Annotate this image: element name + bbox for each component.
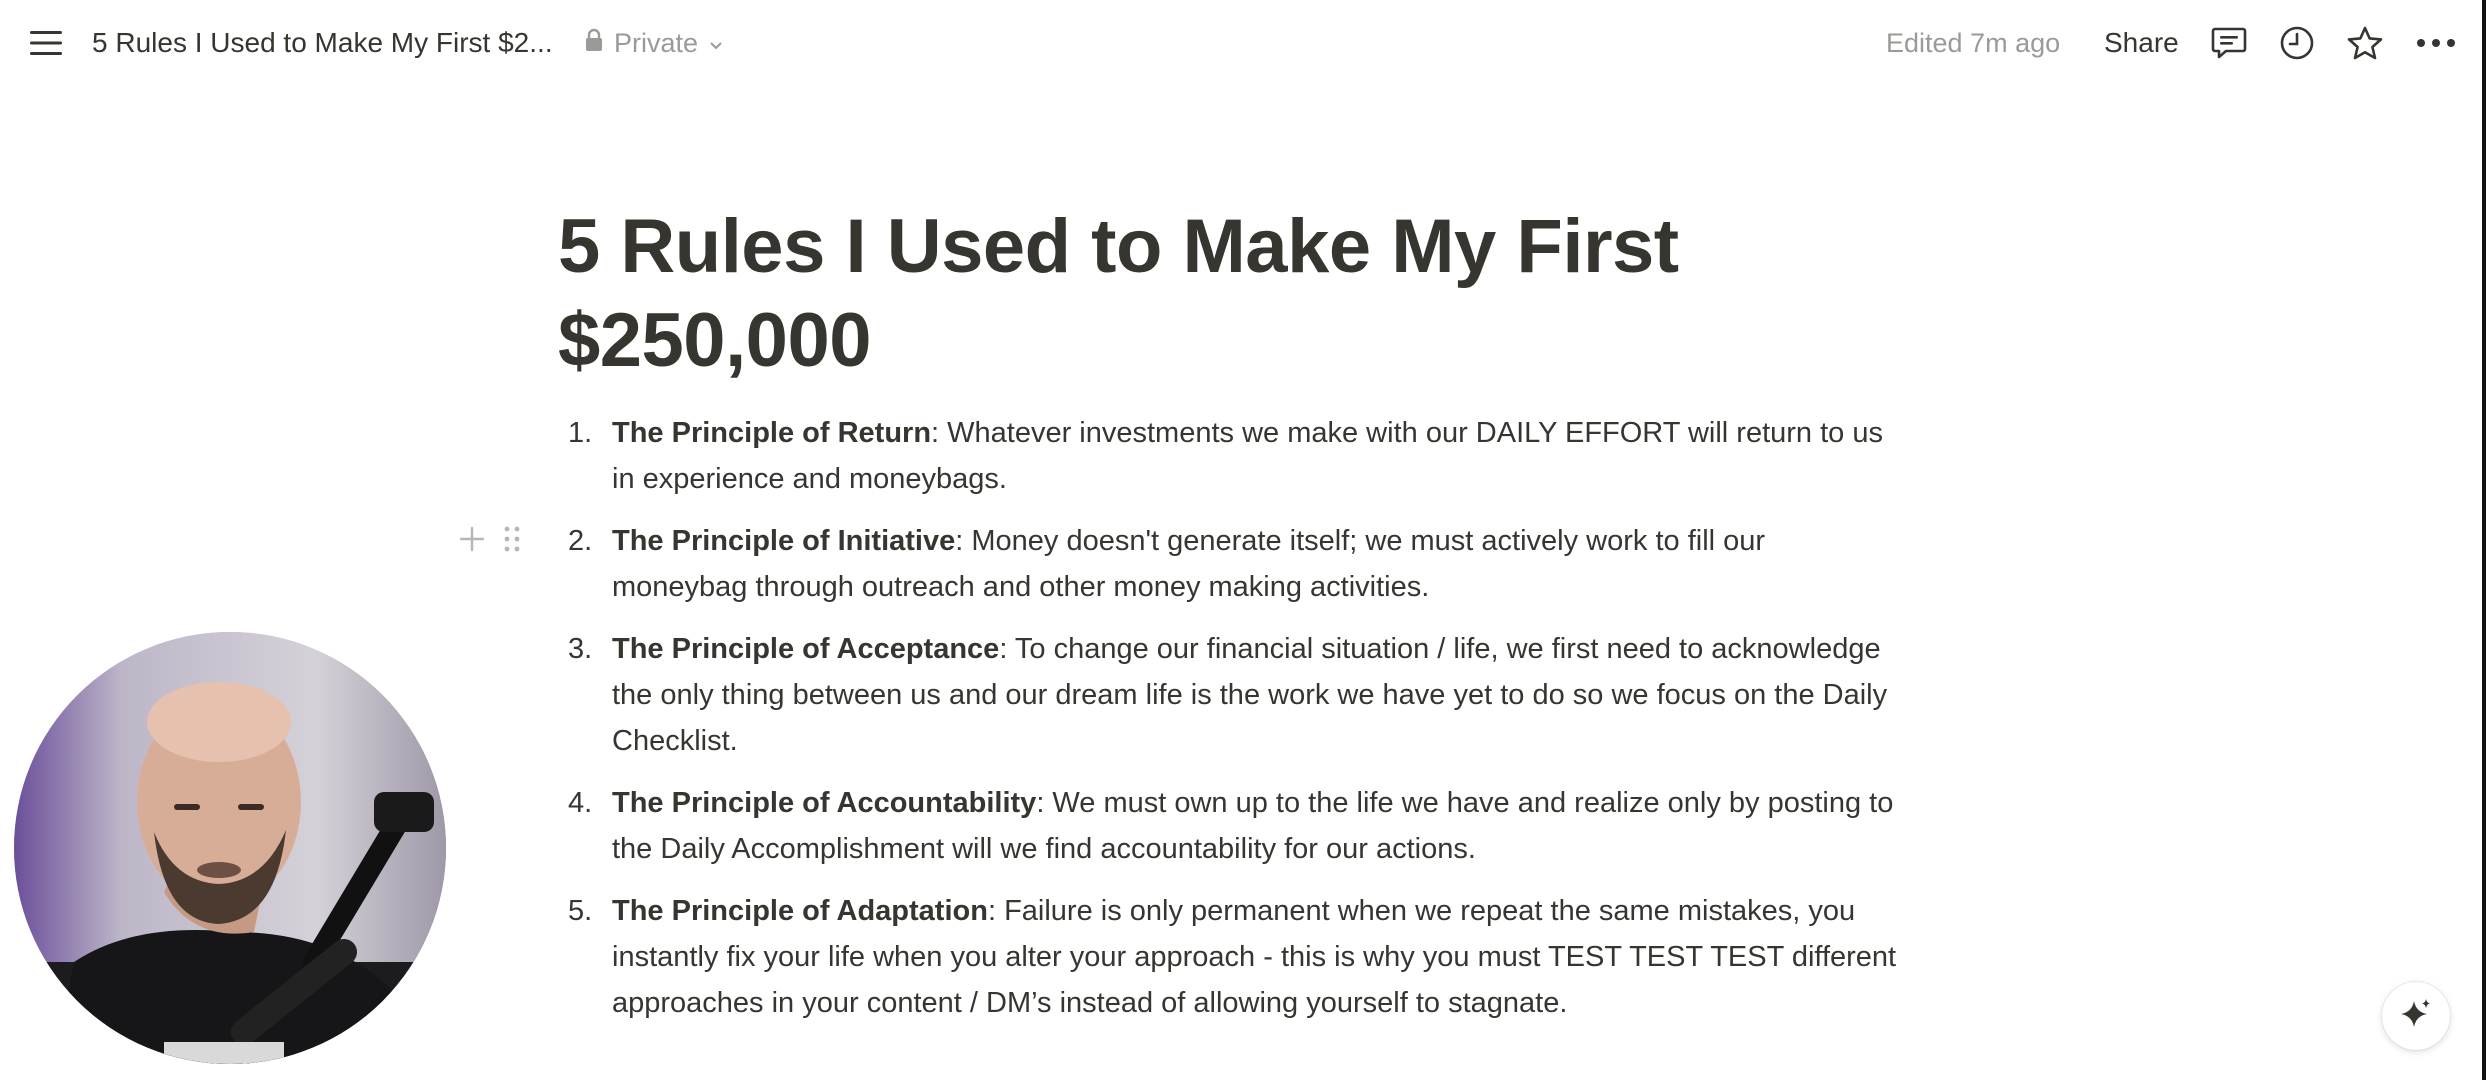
numbered-list: 1. The Principle of Return: Whatever inv… <box>459 410 1898 1042</box>
drag-handle-icon[interactable] <box>502 524 522 559</box>
list-item[interactable]: 3. The Principle of Acceptance: To chang… <box>558 626 1898 764</box>
list-item[interactable]: 5. The Principle of Adaptation: Failure … <box>558 888 1898 1026</box>
list-number: 1. <box>568 417 593 449</box>
list-item-text[interactable]: The Principle of Acceptance: To change o… <box>612 626 1898 764</box>
principle-name: The Principle of Accountability <box>612 787 1037 819</box>
menu-icon[interactable] <box>26 26 66 60</box>
top-bar: 5 Rules I Used to Make My First $2... Pr… <box>0 0 2482 86</box>
clock-icon[interactable] <box>2276 22 2318 64</box>
list-item-text[interactable]: The Principle of Adaptation: Failure is … <box>612 888 1898 1026</box>
edited-timestamp[interactable]: Edited 7m ago <box>1886 22 2060 64</box>
lock-icon <box>584 28 604 59</box>
more-icon[interactable] <box>2412 22 2460 64</box>
comment-icon[interactable] <box>2208 22 2250 64</box>
ai-assistant-button[interactable] <box>2382 982 2450 1050</box>
page-content: 5 Rules I Used to Make My First $250,000… <box>459 200 1898 1019</box>
list-number: 2. <box>568 525 593 557</box>
window-edge <box>2482 0 2486 1080</box>
principle-name: The Principle of Initiative <box>612 525 956 557</box>
star-icon[interactable] <box>2344 22 2386 64</box>
list-number: 3. <box>568 633 593 665</box>
list-number: 5. <box>568 895 593 927</box>
presenter-video <box>14 632 446 1064</box>
list-number: 4. <box>568 787 593 819</box>
page-title[interactable]: 5 Rules I Used to Make My First $250,000 <box>558 200 1758 388</box>
principle-name: The Principle of Return <box>612 417 932 449</box>
block-handles <box>458 524 522 559</box>
list-item-text[interactable]: The Principle of Initiative: Money doesn… <box>612 518 1898 610</box>
list-item[interactable]: 1. The Principle of Return: Whatever inv… <box>558 410 1898 502</box>
principle-name: The Principle of Acceptance <box>612 633 1000 665</box>
list-item[interactable]: 2. The Principle of Initiative: Money do… <box>459 518 1898 610</box>
notion-page: 5 Rules I Used to Make My First $2... Pr… <box>0 0 2486 1080</box>
sparkle-icon <box>2399 997 2433 1036</box>
chevron-down-icon <box>708 28 724 59</box>
principle-name: The Principle of Adaptation <box>612 895 988 927</box>
privacy-label: Private <box>614 27 699 58</box>
list-item-text[interactable]: The Principle of Accountability: We must… <box>612 780 1898 872</box>
list-item-text[interactable]: The Principle of Return: Whatever invest… <box>612 410 1898 502</box>
list-item[interactable]: 4. The Principle of Accountability: We m… <box>558 780 1898 872</box>
breadcrumb-page-title[interactable]: 5 Rules I Used to Make My First $2... <box>92 22 553 64</box>
share-button[interactable]: Share <box>2104 22 2179 64</box>
plus-icon[interactable] <box>458 525 486 558</box>
webcam-overlay <box>14 632 446 1064</box>
privacy-dropdown[interactable]: Private <box>584 22 724 64</box>
